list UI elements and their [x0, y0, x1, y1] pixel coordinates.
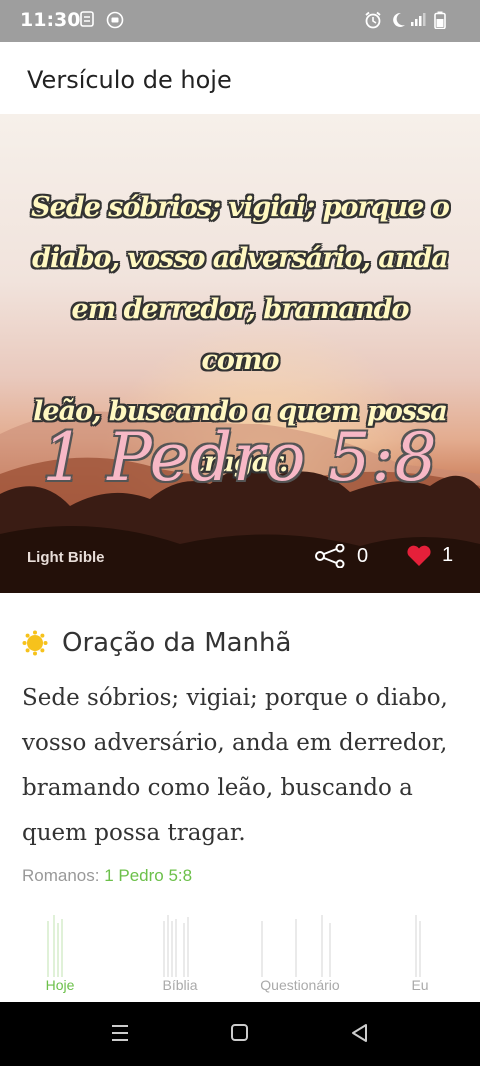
screen-record-icon: [106, 11, 124, 34]
source-reference-link[interactable]: 1 Pedro 5:8: [104, 866, 192, 885]
section-header: Oração da Manhã: [22, 628, 291, 658]
signal-icon: [410, 11, 426, 32]
like-button[interactable]: 1: [406, 544, 453, 567]
source-prefix: Romanos:: [22, 866, 105, 885]
heart-icon: [407, 545, 431, 566]
page-title: Versículo de hoje: [27, 66, 232, 94]
verse-card[interactable]: Sede sóbrios; vigiai; porque o diabo, vo…: [0, 114, 480, 593]
home-icon[interactable]: [230, 1022, 250, 1049]
tab-label: Hoje: [45, 977, 75, 993]
share-button[interactable]: 0: [315, 544, 368, 568]
notification-icon: [80, 11, 94, 32]
tab-label: Eu: [411, 977, 429, 993]
recent-apps-icon[interactable]: [110, 1022, 130, 1049]
status-time: 11:30: [20, 9, 81, 31]
alarm-icon: [364, 11, 382, 34]
system-navigation-bar: [0, 1002, 480, 1066]
app-header: Versículo de hoje: [0, 42, 480, 115]
battery-icon: [434, 11, 446, 34]
bible-icon: [163, 915, 189, 977]
profile-icon: [415, 915, 421, 977]
do-not-disturb-icon: [389, 11, 407, 34]
section-title: Oração da Manhã: [62, 628, 292, 658]
tab-questionario[interactable]: Questionário: [240, 905, 360, 1002]
tab-hoje[interactable]: Hoje: [0, 905, 120, 1002]
tab-biblia[interactable]: Bíblia: [120, 905, 240, 1002]
tab-label: Bíblia: [162, 977, 198, 993]
brand-label: Light Bible: [27, 549, 105, 566]
verse-line: Sede sóbrios; vigiai; porque o: [31, 192, 450, 223]
bottom-tab-bar: Hoje Bíblia Questionário Eu: [0, 905, 480, 1002]
tab-eu[interactable]: Eu: [360, 905, 480, 1002]
tab-label: Questionário: [260, 977, 340, 993]
like-count: 1: [442, 544, 454, 566]
verse-line: diabo, vosso adversário, anda: [32, 243, 449, 274]
quiz-icon: [261, 915, 331, 977]
verse-reference: 1 Pedro 5:8: [42, 419, 438, 496]
share-count: 0: [357, 544, 369, 567]
verse-line: em derredor, bramando como: [71, 294, 410, 376]
status-bar: 11:30: [0, 0, 480, 42]
prayer-text: Sede sóbrios; vigiai; porque o diabo, vo…: [22, 685, 448, 846]
today-icon: [47, 915, 63, 977]
share-icon: [315, 544, 345, 568]
sun-icon: [22, 630, 48, 656]
back-icon[interactable]: [350, 1022, 370, 1049]
verse-source: Romanos: 1 Pedro 5:8: [22, 866, 192, 886]
